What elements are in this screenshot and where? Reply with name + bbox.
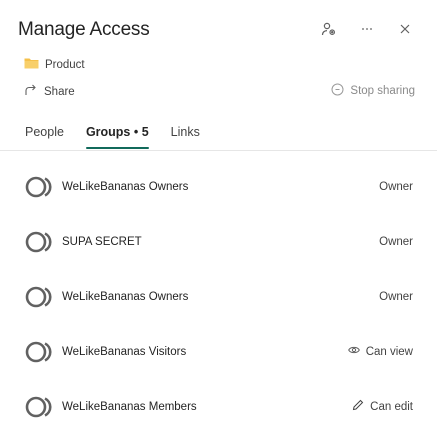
stop-sharing-button[interactable]: Stop sharing bbox=[331, 83, 415, 99]
stop-sharing-label: Stop sharing bbox=[350, 85, 415, 97]
item-folder: Product bbox=[24, 57, 85, 72]
eye-icon bbox=[347, 345, 360, 358]
group-row[interactable]: WeLikeBananas Visitors Can view bbox=[0, 324, 437, 379]
group-row[interactable]: WeLikeBananas Owners Owner bbox=[0, 269, 437, 324]
tab-people[interactable]: People bbox=[25, 125, 64, 149]
role-label: Owner bbox=[379, 235, 413, 248]
group-avatar-icon bbox=[24, 337, 54, 367]
dialog-title: Manage Access bbox=[18, 19, 150, 40]
tab-links[interactable]: Links bbox=[171, 125, 200, 149]
role-label: Owner bbox=[379, 180, 413, 193]
stop-icon bbox=[331, 83, 344, 99]
group-name: WeLikeBananas Owners bbox=[62, 180, 189, 193]
share-link[interactable]: Share bbox=[24, 83, 75, 100]
folder-name: Product bbox=[45, 58, 85, 71]
role-label: Can view bbox=[365, 345, 413, 358]
tabs-divider bbox=[0, 150, 437, 151]
tab-groups[interactable]: Groups • 5 bbox=[85, 125, 149, 149]
group-avatar-icon bbox=[24, 172, 54, 202]
group-avatar-icon bbox=[24, 227, 54, 257]
group-row[interactable]: WeLikeBananas Members Can edit bbox=[0, 379, 437, 432]
group-name: WeLikeBananas Owners bbox=[62, 290, 189, 303]
access-tabs: People Groups • 5 Links bbox=[25, 125, 200, 149]
group-avatar-icon bbox=[24, 282, 54, 312]
share-label: Share bbox=[44, 85, 75, 98]
role-label: Can edit bbox=[370, 400, 413, 413]
role-label: Owner bbox=[379, 290, 413, 303]
group-role[interactable]: Owner bbox=[379, 181, 413, 193]
pencil-icon bbox=[352, 399, 364, 414]
group-role[interactable]: Can view bbox=[347, 345, 413, 358]
window-actions bbox=[319, 19, 415, 39]
group-row[interactable]: WeLikeBananas Owners Owner bbox=[0, 159, 437, 214]
share-icon bbox=[24, 83, 38, 100]
group-row[interactable]: SUPA SECRET Owner bbox=[0, 214, 437, 269]
group-role[interactable]: Can edit bbox=[352, 399, 413, 414]
group-avatar-icon bbox=[24, 392, 54, 422]
people-settings-icon[interactable] bbox=[319, 19, 339, 39]
group-role[interactable]: Owner bbox=[379, 291, 413, 303]
close-icon[interactable] bbox=[395, 19, 415, 39]
folder-icon bbox=[24, 57, 39, 72]
group-name: WeLikeBananas Visitors bbox=[62, 345, 187, 358]
group-name: SUPA SECRET bbox=[62, 235, 142, 248]
group-role[interactable]: Owner bbox=[379, 236, 413, 248]
more-options-icon[interactable] bbox=[357, 19, 377, 39]
group-name: WeLikeBananas Members bbox=[62, 400, 197, 413]
